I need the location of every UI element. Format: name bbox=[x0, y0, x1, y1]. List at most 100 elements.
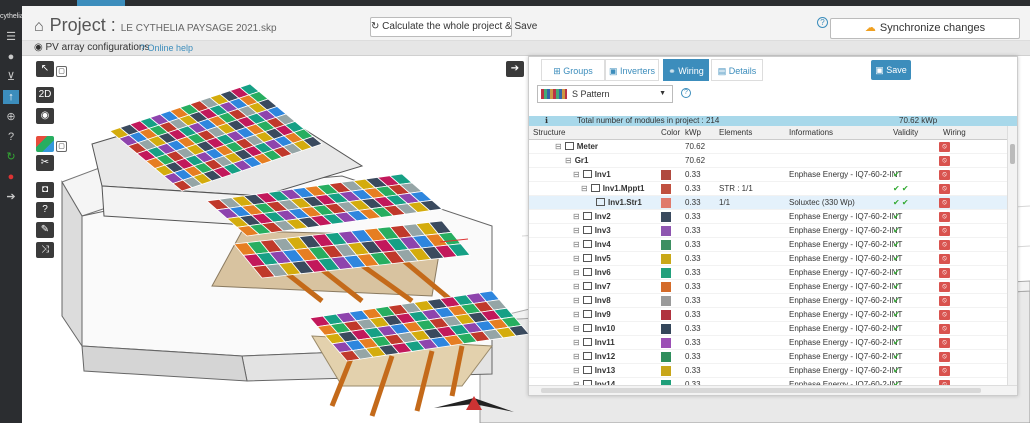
table-row[interactable]: ⊟ Inv11 0.33 Enphase Energy - IQ7-60-2-INT ✔… bbox=[529, 336, 1007, 350]
structure-cell[interactable]: ⊟ Inv7 bbox=[573, 280, 611, 294]
expand-toggle-icon[interactable]: ⊟ bbox=[573, 212, 580, 221]
expand-toggle-icon[interactable]: ⊟ bbox=[573, 338, 580, 347]
expand-toggle-icon[interactable]: ⊟ bbox=[573, 226, 580, 235]
structure-cell[interactable]: ⊟ Inv1.Mppt1 bbox=[581, 182, 644, 196]
column-informations[interactable]: Informations bbox=[789, 126, 833, 140]
column-wiring[interactable]: Wiring bbox=[943, 126, 966, 140]
expand-toggle-icon[interactable]: ⊟ bbox=[581, 184, 588, 193]
wiring-button[interactable]: ⦸ bbox=[939, 142, 950, 152]
table-row[interactable]: ⊟ Inv12 0.33 Enphase Energy - IQ7-60-2-INT ✔… bbox=[529, 350, 1007, 364]
color-swatch[interactable] bbox=[661, 268, 671, 278]
table-row[interactable]: ⊟ Inv9 0.33 Enphase Energy - IQ7-60-2-INT ✔ ⦸ bbox=[529, 308, 1007, 322]
forward-icon[interactable]: ➔ bbox=[3, 190, 19, 204]
color-mode-icon[interactable] bbox=[36, 136, 54, 152]
wiring-button[interactable]: ⦸ bbox=[939, 254, 950, 264]
color-options-icon[interactable]: ▢ bbox=[56, 141, 67, 152]
expand-toggle-icon[interactable]: ⊟ bbox=[573, 282, 580, 291]
wiring-button[interactable]: ⦸ bbox=[939, 324, 950, 334]
table-row[interactable]: ⊟ Inv13 0.33 Enphase Energy - IQ7-60-2-INT ✔… bbox=[529, 364, 1007, 378]
column-elements[interactable]: Elements bbox=[719, 126, 752, 140]
structure-cell[interactable]: ⊟ Inv14 bbox=[573, 378, 615, 385]
calculate-save-button[interactable]: ↻ Calculate the whole project & Save bbox=[370, 17, 537, 37]
wiring-button[interactable]: ⦸ bbox=[939, 226, 950, 236]
table-row[interactable]: ⊟ Inv3 0.33 Enphase Energy - IQ7-60-2-INT ✔ ⦸ bbox=[529, 224, 1007, 238]
wiring-button[interactable]: ⦸ bbox=[939, 184, 950, 194]
structure-cell[interactable]: ⊟ Inv4 bbox=[573, 238, 611, 252]
eye-icon[interactable]: ◉ bbox=[36, 108, 54, 124]
table-row[interactable]: ⊟ Gr1 70.62 ⦸ bbox=[529, 154, 1007, 168]
color-swatch[interactable] bbox=[661, 226, 671, 236]
color-swatch[interactable] bbox=[661, 366, 671, 376]
expand-toggle-icon[interactable]: ⊟ bbox=[573, 296, 580, 305]
color-swatch[interactable] bbox=[661, 184, 671, 194]
color-swatch[interactable] bbox=[661, 212, 671, 222]
support-icon[interactable]: ⊕ bbox=[3, 110, 19, 124]
wiring-button[interactable]: ⦸ bbox=[939, 156, 950, 166]
tab-details[interactable]: ▤ Details bbox=[711, 59, 763, 81]
color-swatch[interactable] bbox=[661, 282, 671, 292]
table-row[interactable]: ⊟ Inv5 0.33 Enphase Energy - IQ7-60-2-INT ✔ ⦸ bbox=[529, 252, 1007, 266]
pattern-select[interactable]: S Pattern ▼ bbox=[537, 85, 673, 103]
wiring-button[interactable]: ⦸ bbox=[939, 310, 950, 320]
color-swatch[interactable] bbox=[661, 240, 671, 250]
synchronize-button[interactable]: ☁ Synchronize changes bbox=[830, 18, 1020, 39]
structure-cell[interactable]: ⊟ Inv10 bbox=[573, 322, 615, 336]
color-swatch[interactable] bbox=[661, 310, 671, 320]
expand-toggle-icon[interactable]: ⊟ bbox=[573, 324, 580, 333]
structure-cell[interactable]: ⊟ Inv8 bbox=[573, 294, 611, 308]
table-row[interactable]: ⊟ Inv7 0.33 Enphase Energy - IQ7-60-2-INT ✔ ⦸ bbox=[529, 280, 1007, 294]
structure-cell[interactable]: Inv1.Str1 bbox=[593, 196, 642, 210]
expand-toggle-icon[interactable]: ⊟ bbox=[555, 142, 562, 151]
online-help-link[interactable]: ? Online help bbox=[140, 43, 193, 53]
structure-cell[interactable]: ⊟ Inv1 bbox=[573, 168, 611, 182]
scrollbar-thumb[interactable] bbox=[1010, 144, 1015, 164]
refresh-icon[interactable]: ↻ bbox=[3, 150, 19, 164]
structure-cell[interactable]: ⊟ Inv11 bbox=[573, 336, 615, 350]
edit-icon[interactable]: ✎ bbox=[36, 222, 54, 238]
expand-toggle-icon[interactable]: ⊟ bbox=[573, 352, 580, 361]
structure-cell[interactable]: ⊟ Inv6 bbox=[573, 266, 611, 280]
wiring-button[interactable]: ⦸ bbox=[939, 282, 950, 292]
table-row[interactable]: ⊟ Inv6 0.33 Enphase Energy - IQ7-60-2-INT ✔ ⦸ bbox=[529, 266, 1007, 280]
column-validity[interactable]: Validity bbox=[893, 126, 918, 140]
home-icon[interactable]: ⌂ bbox=[34, 18, 44, 35]
table-row[interactable]: ⊟ Inv4 0.33 Enphase Energy - IQ7-60-2-INT ✔ ⦸ bbox=[529, 238, 1007, 252]
wiring-button[interactable]: ⦸ bbox=[939, 338, 950, 348]
shuffle-icon[interactable]: ⤨ bbox=[36, 242, 54, 258]
question-icon[interactable]: ? bbox=[681, 88, 691, 98]
color-swatch[interactable] bbox=[661, 324, 671, 334]
expand-toggle-icon[interactable]: ⊟ bbox=[573, 268, 580, 277]
table-row[interactable]: ⊟ Inv1.Mppt1 0.33 STR : 1/1 ✔ ✔ ⦸ bbox=[529, 182, 1007, 196]
structure-cell[interactable]: ⊟ Inv13 bbox=[573, 364, 615, 378]
color-swatch[interactable] bbox=[661, 254, 671, 264]
color-swatch[interactable] bbox=[661, 296, 671, 306]
tab-inverters[interactable]: ▣ Inverters bbox=[605, 59, 659, 81]
database-icon[interactable]: ☰ bbox=[3, 30, 19, 44]
save-button[interactable]: ▣ Save bbox=[871, 60, 911, 80]
structure-cell[interactable]: ⊟ Inv5 bbox=[573, 252, 611, 266]
expand-toggle-icon[interactable]: ⊟ bbox=[573, 240, 580, 249]
expand-toggle-icon[interactable]: ⊟ bbox=[573, 310, 580, 319]
structure-cell[interactable]: ⊟ Inv9 bbox=[573, 308, 611, 322]
wiring-button[interactable]: ⦸ bbox=[939, 366, 950, 376]
tab-groups[interactable]: ⊞ Groups bbox=[541, 59, 605, 81]
user-icon[interactable]: ● bbox=[3, 50, 19, 64]
view-2d-button[interactable]: 2D bbox=[36, 87, 54, 103]
table-row[interactable]: ⊟ Meter 70.62 ⦸ bbox=[529, 140, 1007, 154]
wiring-button[interactable]: ⦸ bbox=[939, 170, 950, 180]
vertical-scrollbar[interactable] bbox=[1007, 126, 1017, 385]
expand-toggle-icon[interactable]: ⊟ bbox=[573, 254, 580, 263]
question-icon[interactable]: ? bbox=[817, 17, 828, 28]
upload-icon[interactable]: ↑ bbox=[3, 90, 19, 104]
table-row[interactable]: ⊟ Inv14 0.33 Enphase Energy - IQ7-60-2-INT ✔… bbox=[529, 378, 1007, 385]
wiring-button[interactable]: ⦸ bbox=[939, 240, 950, 250]
color-swatch[interactable] bbox=[661, 352, 671, 362]
structure-cell[interactable]: ⊟ Inv2 bbox=[573, 210, 611, 224]
color-swatch[interactable] bbox=[661, 198, 671, 208]
alert-icon[interactable]: ● bbox=[3, 170, 19, 184]
tab-wiring[interactable]: ⚭ Wiring bbox=[663, 59, 709, 81]
color-swatch[interactable] bbox=[661, 338, 671, 348]
column-kwp[interactable]: kWp bbox=[685, 126, 701, 140]
question-icon[interactable]: ? bbox=[36, 202, 54, 218]
wiring-button[interactable]: ⦸ bbox=[939, 352, 950, 362]
